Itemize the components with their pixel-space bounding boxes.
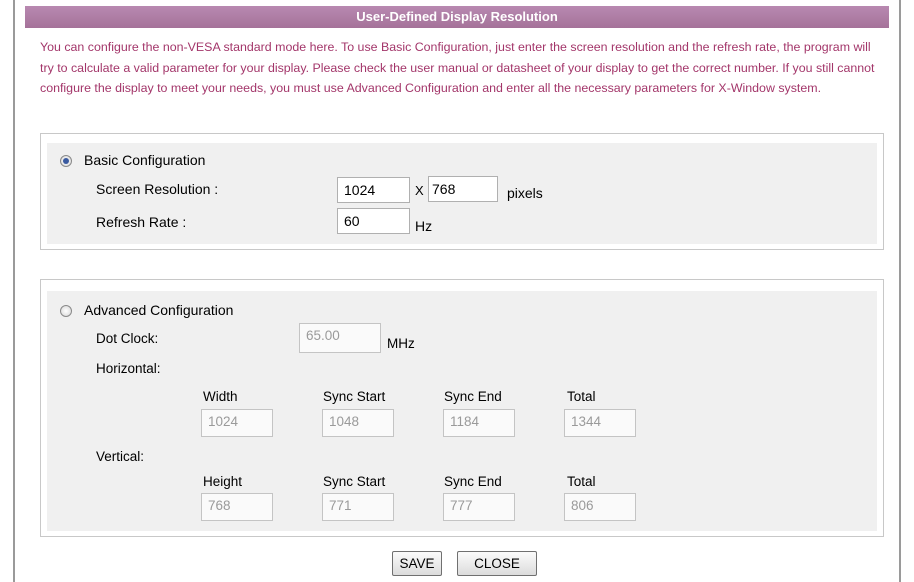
hz-unit: Hz — [415, 218, 433, 234]
advanced-config-radio[interactable] — [60, 305, 72, 317]
h-width-input[interactable]: 1024 — [201, 409, 273, 437]
v-height-input[interactable]: 768 — [201, 493, 273, 521]
h-sync-end-input[interactable]: 1184 — [443, 409, 515, 437]
mhz-unit: MHz — [387, 336, 415, 351]
resolution-width-input[interactable]: 1024 — [337, 177, 410, 203]
h-total-input[interactable]: 1344 — [564, 409, 636, 437]
v-total-input[interactable]: 806 — [564, 493, 636, 521]
h-sync-end-header: Sync End — [444, 389, 502, 404]
refresh-rate-label: Refresh Rate : — [96, 214, 187, 230]
h-sync-start-header: Sync Start — [323, 389, 386, 404]
h-total-header: Total — [567, 389, 596, 404]
advanced-config-label: Advanced Configuration — [84, 302, 234, 318]
dot-clock-input[interactable]: 65.00 — [299, 323, 381, 353]
v-height-header: Height — [203, 474, 243, 489]
v-sync-end-input[interactable]: 777 — [443, 493, 515, 521]
v-sync-end-header: Sync End — [444, 474, 502, 489]
horizontal-label: Horizontal: — [96, 361, 161, 376]
basic-config-radio[interactable] — [60, 155, 72, 167]
v-total-header: Total — [567, 474, 596, 489]
save-button[interactable]: SAVE — [392, 551, 442, 576]
v-sync-start-header: Sync Start — [323, 474, 386, 489]
vertical-label: Vertical: — [96, 449, 145, 464]
dialog-title: User-Defined Display Resolution — [25, 6, 889, 28]
intro-text: You can configure the non-VESA standard … — [40, 40, 875, 96]
h-width-header: Width — [203, 389, 238, 404]
h-sync-start-input[interactable]: 1048 — [322, 409, 394, 437]
dot-clock-label: Dot Clock: — [96, 331, 159, 346]
pixels-unit: pixels — [507, 185, 543, 201]
close-button[interactable]: CLOSE — [457, 551, 537, 576]
v-sync-start-input[interactable]: 771 — [322, 493, 394, 521]
resolution-height-input[interactable]: 768 — [428, 176, 498, 202]
resolution-x-separator: X — [415, 183, 424, 198]
screen-resolution-label: Screen Resolution : — [96, 181, 219, 197]
refresh-rate-input[interactable]: 60 — [337, 208, 410, 234]
basic-config-label: Basic Configuration — [84, 152, 206, 168]
